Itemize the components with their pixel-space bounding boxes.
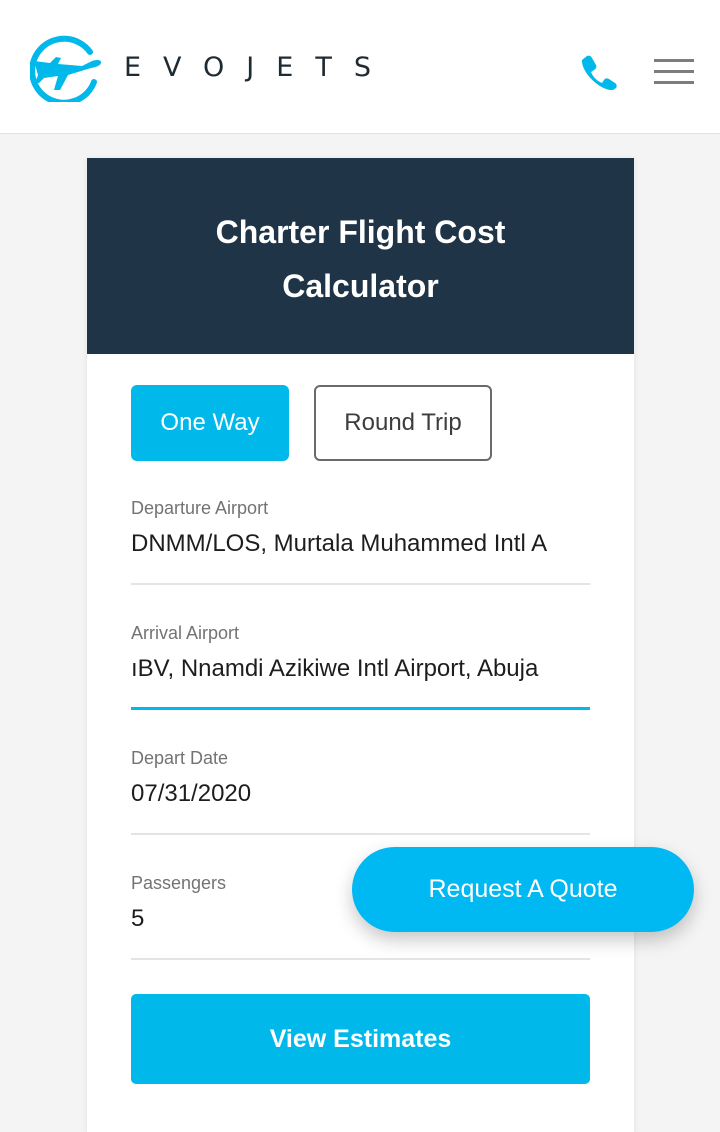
arrival-airport-input[interactable]: ıBV, Nnamdi Azikiwe Intl Airport, Abuja bbox=[131, 655, 590, 683]
departure-airport-label: Departure Airport bbox=[131, 498, 269, 518]
arrival-airport-label: Arrival Airport bbox=[131, 623, 240, 643]
one-way-button[interactable]: One Way bbox=[131, 385, 289, 461]
arrival-airport-field[interactable]: Arrival Airport ıBV, Nnamdi Azikiwe Intl… bbox=[131, 623, 590, 710]
depart-date-label: Depart Date bbox=[131, 748, 229, 768]
departure-airport-input[interactable]: DNMM/LOS, Murtala Muhammed Intl A bbox=[131, 530, 590, 558]
arrival-underline-focused bbox=[131, 707, 590, 710]
airplane-logo-icon[interactable] bbox=[29, 32, 106, 106]
request-quote-button[interactable]: Request A Quote bbox=[352, 847, 694, 932]
calculator-header: Charter Flight Cost Calculator bbox=[87, 158, 634, 354]
phone-icon[interactable] bbox=[578, 52, 618, 92]
view-estimates-button[interactable]: View Estimates bbox=[131, 994, 590, 1084]
depart-date-input[interactable]: 07/31/2020 bbox=[131, 780, 590, 808]
depart-date-field[interactable]: Depart Date 07/31/2020 bbox=[131, 748, 590, 835]
hamburger-menu-icon[interactable] bbox=[654, 59, 694, 85]
passengers-underline bbox=[131, 958, 590, 960]
calculator-title: Charter Flight Cost Calculator bbox=[215, 214, 506, 304]
date-underline bbox=[131, 833, 590, 835]
departure-airport-field[interactable]: Departure Airport DNMM/LOS, Murtala Muha… bbox=[131, 498, 590, 585]
departure-underline bbox=[131, 583, 590, 585]
round-trip-button[interactable]: Round Trip bbox=[314, 385, 492, 461]
brand-name[interactable]: EVOJETS bbox=[124, 52, 393, 83]
site-header: EVOJETS bbox=[0, 0, 720, 134]
cost-calculator-card: Charter Flight Cost Calculator One Way R… bbox=[87, 158, 634, 1132]
